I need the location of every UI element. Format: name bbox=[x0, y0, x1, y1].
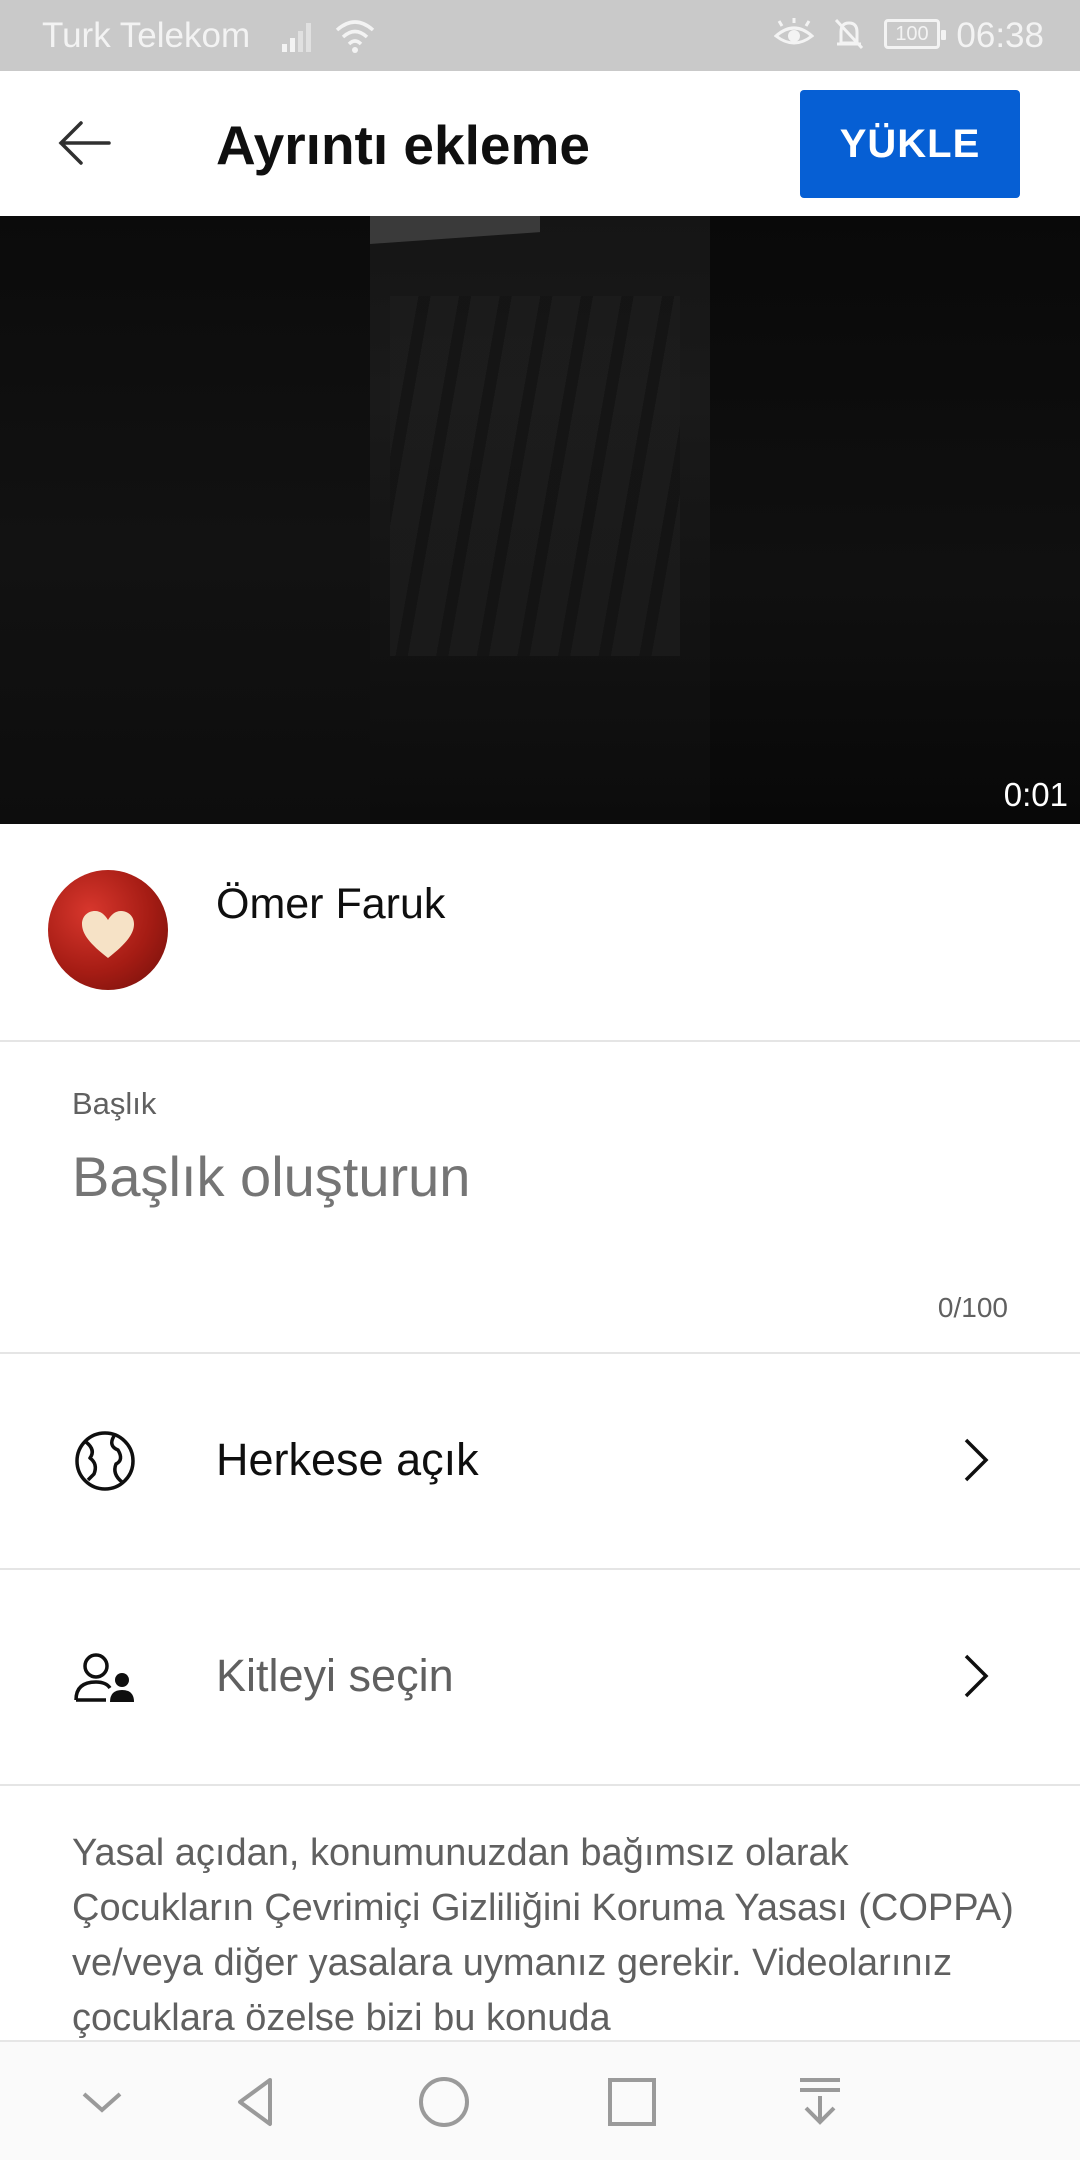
channel-row: Ömer Faruk bbox=[0, 824, 1080, 1042]
nav-home-icon[interactable] bbox=[414, 2072, 474, 2132]
carrier-name: Turk Telekom bbox=[42, 16, 251, 55]
audience-icon bbox=[74, 1653, 134, 1702]
channel-name: Ömer Faruk bbox=[216, 880, 446, 928]
visibility-row[interactable]: Herkese açık bbox=[0, 1354, 1080, 1570]
coppa-legal-text: Yasal açıdan, konumunuzdan bağımsız olar… bbox=[72, 1832, 1014, 2039]
globe-icon bbox=[75, 1431, 135, 1491]
video-frame-center bbox=[370, 216, 710, 824]
battery-level: 100 bbox=[895, 23, 929, 45]
navigation-bar bbox=[0, 2040, 1080, 2160]
video-frame-right bbox=[710, 216, 1080, 824]
title-input[interactable] bbox=[72, 1144, 972, 1209]
page-title: Ayrıntı ekleme bbox=[216, 114, 590, 176]
clock: 06:38 bbox=[956, 16, 1044, 55]
video-duration: 0:01 bbox=[1003, 776, 1068, 813]
audience-row[interactable]: Kitleyi seçin bbox=[0, 1570, 1080, 1786]
chevron-right-icon bbox=[964, 1438, 989, 1482]
battery-icon: 100 bbox=[884, 19, 946, 49]
signal-icon bbox=[282, 23, 311, 52]
status-bar: Turk Telekom 100 06:38 bbox=[0, 0, 1080, 71]
nav-back-icon[interactable] bbox=[226, 2072, 286, 2132]
visibility-label: Herkese açık bbox=[216, 1434, 479, 1485]
heart-icon bbox=[82, 911, 134, 958]
title-field: Başlık 0/100 bbox=[0, 1042, 1080, 1354]
video-frame-left bbox=[0, 216, 370, 824]
back-arrow-icon[interactable] bbox=[55, 113, 115, 173]
notification-pull-down-icon[interactable] bbox=[790, 2072, 850, 2132]
audience-label: Kitleyi seçin bbox=[216, 1650, 454, 1701]
status-icons-right: 100 bbox=[774, 17, 946, 51]
chevron-right-icon bbox=[964, 1654, 989, 1698]
video-preview[interactable]: 0:01 bbox=[0, 216, 1080, 824]
title-label: Başlık bbox=[72, 1086, 157, 1121]
avatar bbox=[48, 870, 168, 990]
app-bar: Ayrıntı ekleme YÜKLE bbox=[0, 71, 1080, 216]
mute-icon bbox=[834, 18, 864, 50]
eye-comfort-icon bbox=[774, 18, 814, 45]
character-counter: 0/100 bbox=[937, 1292, 1008, 1323]
chevron-down-icon[interactable] bbox=[72, 2072, 132, 2132]
wifi-icon bbox=[335, 20, 375, 53]
upload-button[interactable]: YÜKLE bbox=[800, 90, 1020, 198]
nav-recents-icon[interactable] bbox=[602, 2072, 662, 2132]
status-icons-left bbox=[280, 18, 376, 54]
